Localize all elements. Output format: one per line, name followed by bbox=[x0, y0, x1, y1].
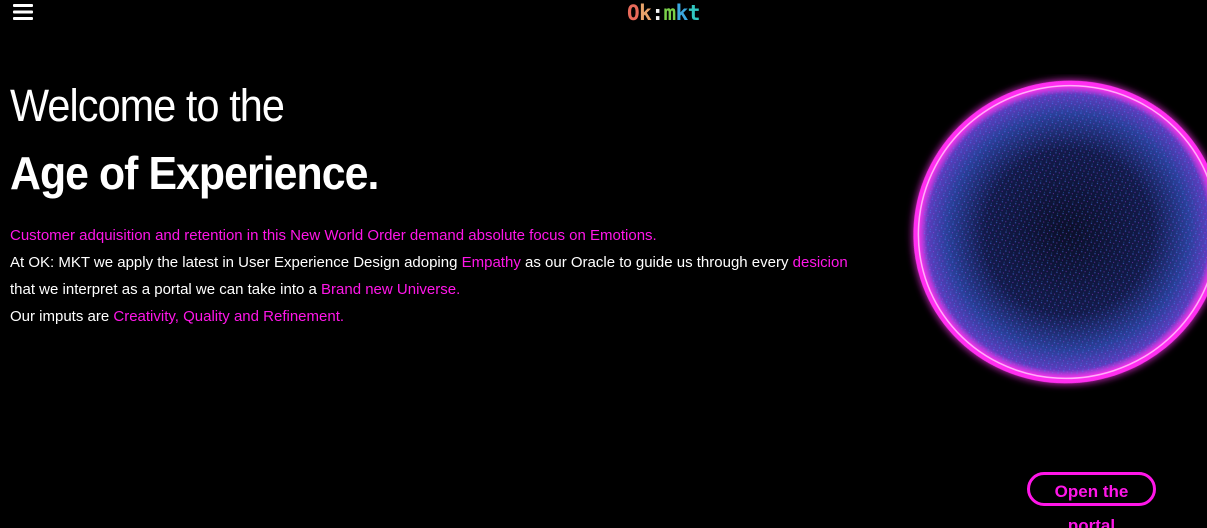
highlight-brand-universe: Brand new Universe. bbox=[321, 281, 461, 298]
orb-glow-ring bbox=[913, 80, 1207, 384]
paragraph-line-1: Customer adquisition and retention in th… bbox=[10, 227, 657, 244]
hero-headline-light: Welcome to the bbox=[10, 80, 285, 131]
orb-speckle bbox=[922, 89, 1207, 375]
highlight-empathy: Empathy bbox=[461, 254, 521, 271]
logo-letter-t: t bbox=[687, 1, 701, 25]
paragraph-line-2-a: At OK: MKT we apply the latest in User E… bbox=[10, 254, 462, 271]
glowing-portal-orb bbox=[913, 80, 1207, 384]
orb-body bbox=[916, 83, 1207, 381]
orb-inner-ring bbox=[917, 84, 1207, 380]
logo[interactable]: O k : m k t bbox=[627, 1, 701, 25]
logo-letter-k2: k bbox=[675, 1, 689, 25]
hero-paragraph: Customer adquisition and retention in th… bbox=[10, 222, 870, 330]
logo-letter-o: O bbox=[627, 1, 640, 25]
hero-headline-bold: Age of Experience. bbox=[10, 147, 379, 199]
paragraph-line-2-c: as our Oracle to guide us through every bbox=[520, 254, 793, 271]
logo-letter-m: m bbox=[663, 1, 676, 25]
hamburger-menu-svg bbox=[13, 4, 33, 20]
hero-section: Welcome to the Age of Experience. Custom… bbox=[10, 78, 870, 330]
paragraph-line-3-a: that we interpret as a portal we can tak… bbox=[10, 281, 322, 298]
paragraph-line-2: At OK: MKT we apply the latest in User E… bbox=[10, 249, 870, 276]
paragraph-line-4: Our imputs are Creativity, Quality and R… bbox=[10, 303, 870, 330]
open-portal-button[interactable]: Open the portal bbox=[1027, 472, 1156, 528]
paragraph-line-4-a: Our imputs are bbox=[10, 308, 114, 325]
landing-page: O k : m k t Welcome to the Age of Experi… bbox=[0, 0, 1207, 528]
hamburger-menu-icon[interactable] bbox=[12, 3, 34, 21]
logo-colon: : bbox=[651, 1, 664, 25]
logo-letter-k: k bbox=[639, 1, 652, 25]
highlight-desicion: desicion bbox=[792, 254, 848, 271]
paragraph-line-3: that we interpret as a portal we can tak… bbox=[10, 276, 870, 303]
highlight-creativity: Creativity, Quality and Refinement. bbox=[113, 308, 345, 325]
